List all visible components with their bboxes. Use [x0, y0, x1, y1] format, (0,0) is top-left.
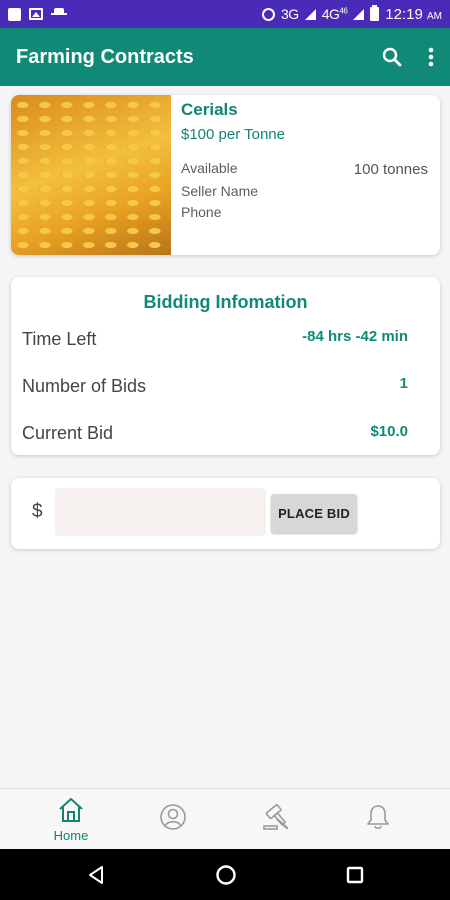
- nav-auction[interactable]: [226, 789, 326, 850]
- product-name: Cerials: [181, 100, 238, 119]
- app-bar: Farming Contracts: [0, 28, 450, 86]
- signal-icon-2: [353, 8, 365, 20]
- photo-icon: [29, 8, 43, 20]
- recents-icon[interactable]: [325, 849, 385, 900]
- nav-notifications[interactable]: [328, 789, 428, 850]
- status-system-icons: 3G 4G46 12:19 AM: [262, 5, 442, 23]
- bidding-info-card: Bidding Infomation Time Left -84 hrs -42…: [11, 277, 440, 455]
- available-value: 100 tonnes: [353, 161, 428, 178]
- search-icon[interactable]: [382, 47, 402, 67]
- number-of-bids-label: Number of Bids: [22, 376, 147, 396]
- home-icon: [57, 797, 85, 828]
- place-bid-card: $ PLACE BID: [11, 478, 440, 549]
- bid-amount-input[interactable]: [55, 488, 266, 536]
- product-card[interactable]: Cerials $100 per Tonne Available 100 ton…: [11, 95, 440, 255]
- network-label: 3G: [281, 6, 299, 22]
- home-circle-icon[interactable]: [196, 849, 256, 900]
- nav-home[interactable]: Home: [21, 789, 121, 850]
- signal-icon: [304, 8, 316, 20]
- app-actions: [382, 47, 434, 67]
- alarm-icon: [262, 7, 275, 21]
- app-title: Farming Contracts: [16, 45, 194, 68]
- back-icon[interactable]: [66, 849, 126, 900]
- current-bid-value: $10.0: [370, 423, 408, 440]
- seller-name-label: Seller Name: [181, 183, 259, 199]
- auction-gavel-icon: [261, 803, 291, 836]
- place-bid-button[interactable]: PLACE BID: [271, 494, 357, 533]
- current-bid-label: Current Bid: [22, 423, 114, 443]
- status-bar: 3G 4G46 12:19 AM: [0, 0, 450, 28]
- currency-symbol: $: [32, 501, 43, 522]
- bottom-navigation: Home: [0, 788, 450, 849]
- nav-home-label: Home: [53, 827, 89, 843]
- time-left-label: Time Left: [22, 329, 97, 349]
- phone-label: Phone: [181, 204, 222, 220]
- profile-icon: [159, 803, 187, 836]
- battery-icon: [370, 5, 380, 21]
- more-vertical-icon[interactable]: [428, 47, 434, 67]
- product-info: Cerials $100 per Tonne Available 100 ton…: [181, 95, 428, 255]
- status-notification-icons: [8, 7, 67, 21]
- network-label-2: 4G46: [321, 6, 348, 22]
- corn-image: [11, 95, 171, 255]
- bell-icon: [365, 803, 391, 836]
- number-of-bids-value: 1: [399, 375, 408, 392]
- incognito-icon: [51, 8, 67, 20]
- nav-profile[interactable]: [123, 789, 223, 850]
- available-label: Available: [181, 160, 238, 176]
- notification-icon: [8, 7, 21, 21]
- time-left-value: -84 hrs -42 min: [302, 328, 408, 345]
- system-navigation-bar: [0, 849, 450, 900]
- bidding-heading: Bidding Infomation: [143, 292, 308, 312]
- status-time: 12:19 AM: [385, 5, 442, 23]
- product-price: $100 per Tonne: [181, 126, 285, 143]
